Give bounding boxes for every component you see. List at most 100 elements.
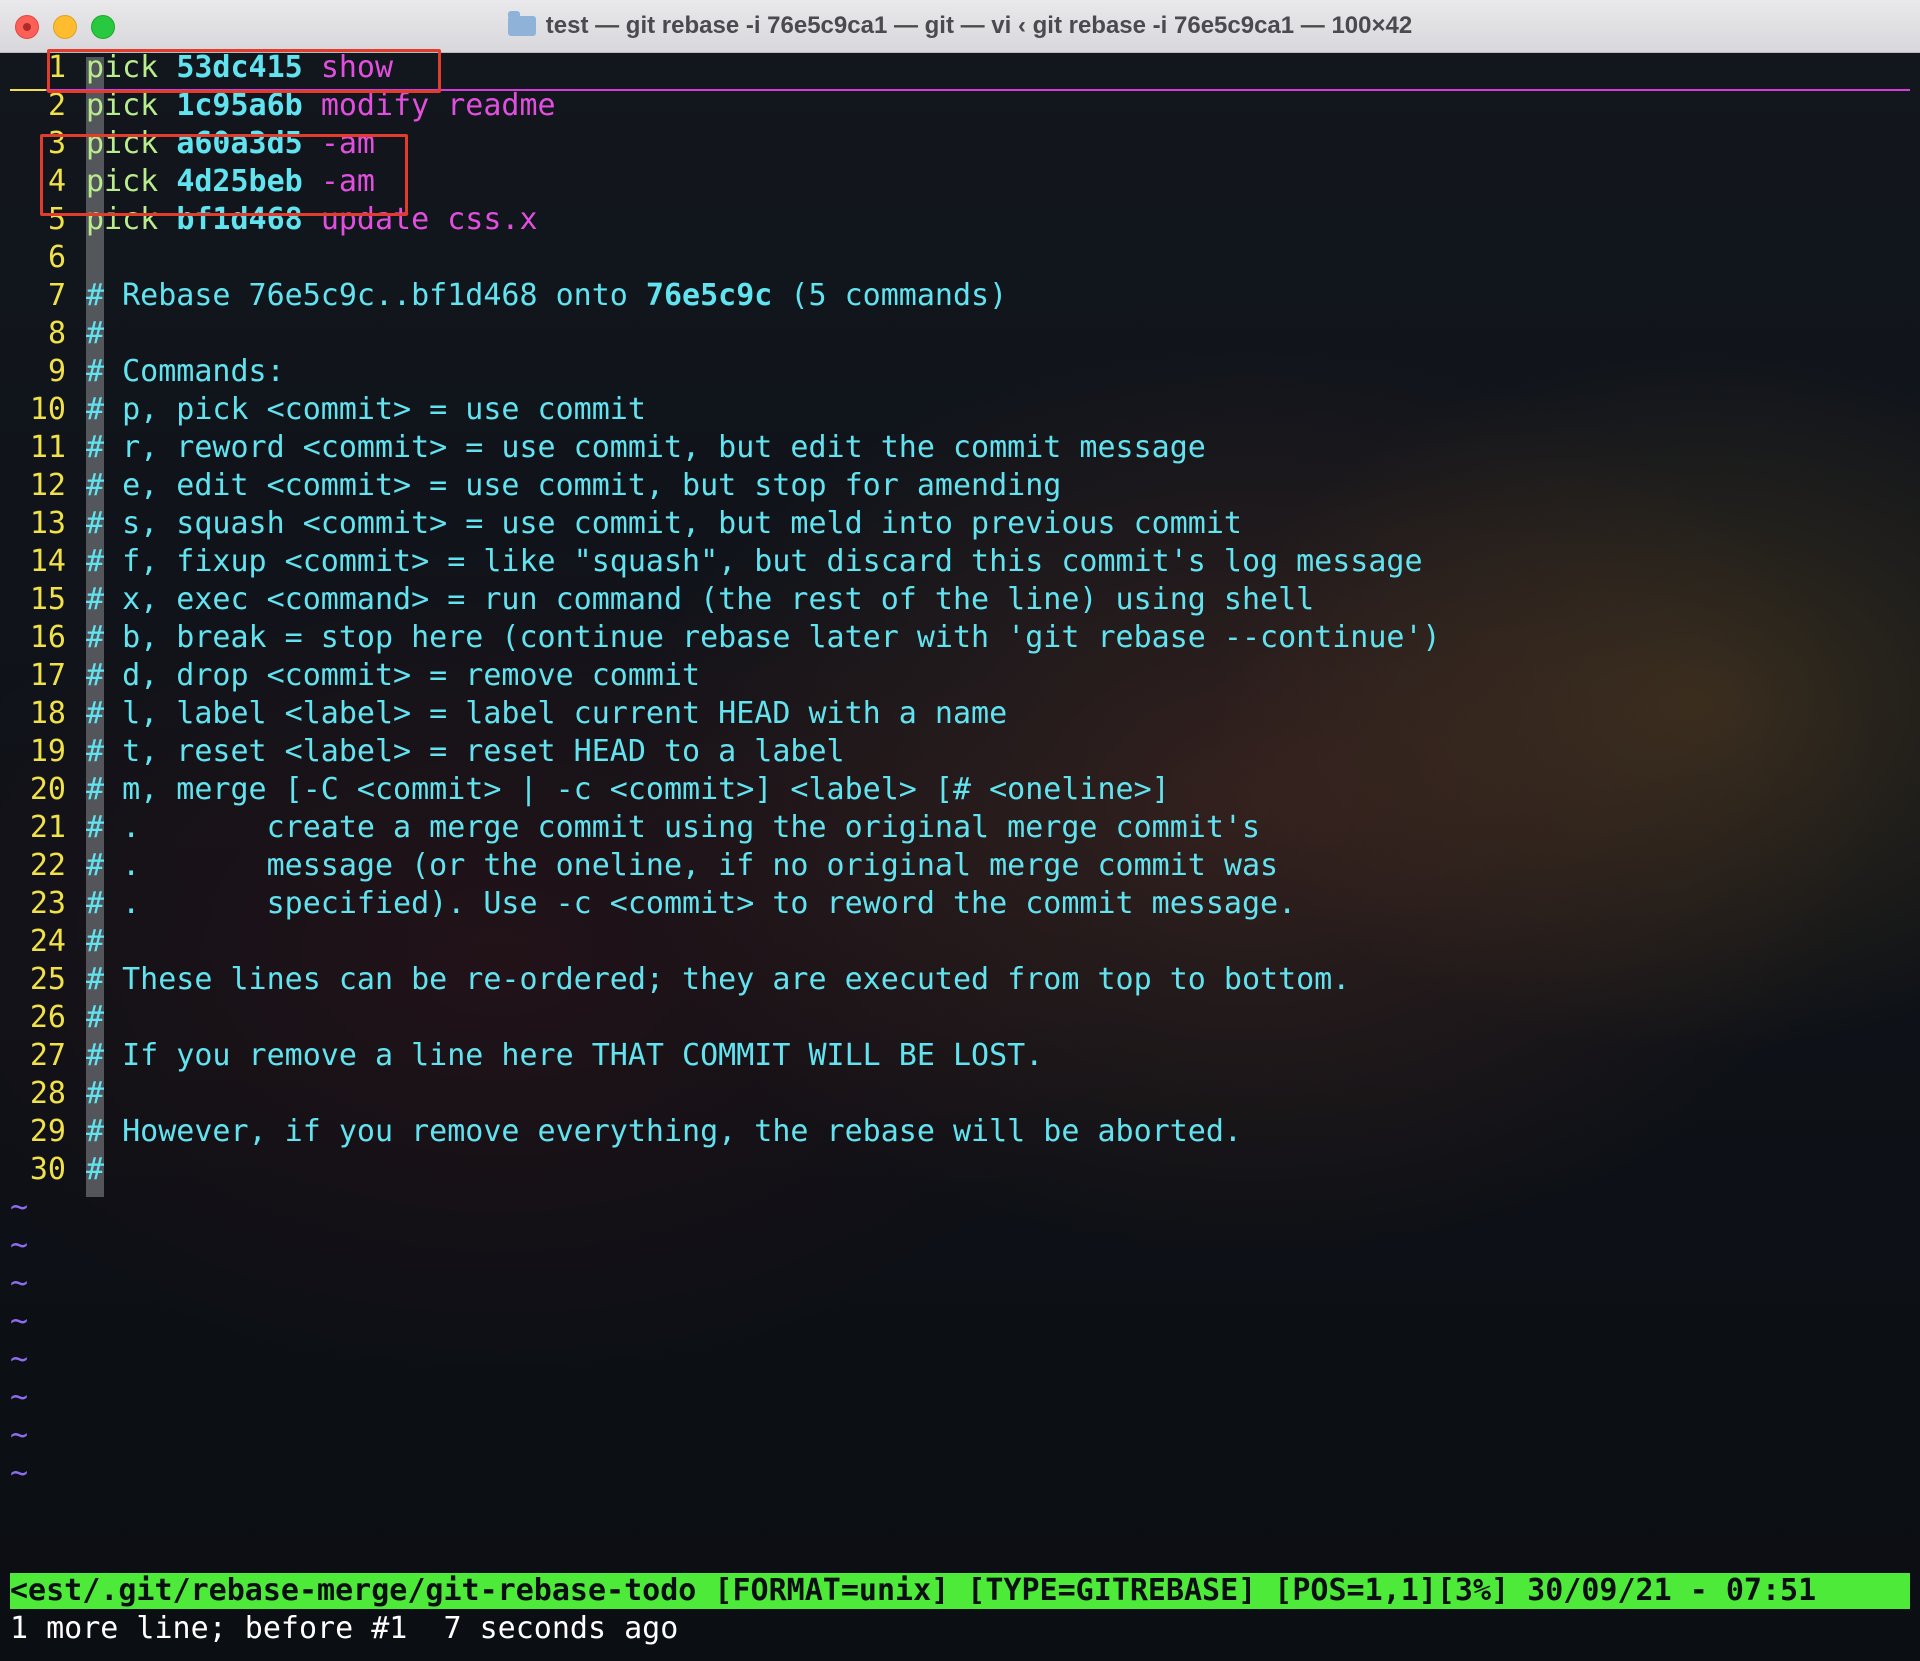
comment-char: # xyxy=(86,430,105,465)
comment-body: p, pick <commit> = use commit xyxy=(122,392,646,427)
editor-line[interactable]: 9 # Commands: xyxy=(0,353,1900,391)
tilde-marker: ~ xyxy=(10,1304,29,1339)
editor-line[interactable]: 27 # If you remove a line here THAT COMMI… xyxy=(0,1037,1900,1075)
comment-char: # xyxy=(86,772,105,807)
line-number: 12 xyxy=(29,468,66,503)
line-number: 6 xyxy=(47,240,66,275)
line-number: 23 xyxy=(29,886,66,921)
editor-line[interactable]: 7 # Rebase 76e5c9c..bf1d468 onto 76e5c9c … xyxy=(0,277,1900,315)
comment-body: f, fixup <commit> = like "squash", but d… xyxy=(122,544,1423,579)
terminal-content[interactable]: 1 pick 53dc415 show 2 pick 1c95a6b modify r… xyxy=(0,49,1920,1661)
editor-line[interactable]: 18 # l, label <label> = label current HEA… xyxy=(0,695,1900,733)
comment-char: # xyxy=(86,658,105,693)
comment-body: e, edit <commit> = use commit, but stop … xyxy=(122,468,1062,503)
window-title: test — git rebase -i 76e5c9ca1 — git — v… xyxy=(0,0,1920,52)
comment-char: # xyxy=(86,620,105,655)
comment-text: # r, reword <commit> = use commit, but e… xyxy=(86,429,1206,467)
target-sha: 76e5c9c xyxy=(645,278,773,313)
title-bar: test — git rebase -i 76e5c9ca1 — git — v… xyxy=(0,0,1920,53)
comment-body: . message (or the oneline, if no origina… xyxy=(122,848,1279,883)
line-number: 25 xyxy=(29,962,66,997)
line-number: 17 xyxy=(29,658,66,693)
comment-char: # xyxy=(86,848,105,883)
highlight-box-line-1 xyxy=(47,49,441,93)
comment-text: # l, label <label> = label current HEAD … xyxy=(86,695,1007,733)
comment-text: # xyxy=(86,999,104,1037)
editor-line[interactable]: 6 xyxy=(0,239,1900,277)
tilde-marker: ~ xyxy=(10,1418,29,1453)
comment-text: # Commands: xyxy=(86,353,285,391)
editor-line[interactable]: 14 # f, fixup <commit> = like "squash", b… xyxy=(0,543,1900,581)
comment-text: # . message (or the oneline, if no origi… xyxy=(86,847,1278,885)
editor-line[interactable]: 13 # s, squash <commit> = use commit, but… xyxy=(0,505,1900,543)
comment-char: # xyxy=(86,544,105,579)
editor-line[interactable]: 26 # xyxy=(0,999,1900,1037)
line-number: 15 xyxy=(29,582,66,617)
editor-line[interactable]: 20 # m, merge [-C <commit> | -c <commit>]… xyxy=(0,771,1900,809)
comment-char: # xyxy=(86,354,105,389)
editor-line[interactable]: 23 # . specified). Use -c <commit> to rew… xyxy=(0,885,1900,923)
comment-char: # xyxy=(86,1076,105,1111)
comment-char: # xyxy=(86,582,105,617)
comment-body: r, reword <commit> = use commit, but edi… xyxy=(122,430,1206,465)
comment-body: These lines can be re-ordered; they are … xyxy=(122,962,1351,997)
editor-line[interactable]: 25 # These lines can be re-ordered; they … xyxy=(0,961,1900,999)
line-number: 22 xyxy=(29,848,66,883)
editor-line[interactable]: 19 # t, reset <label> = reset HEAD to a l… xyxy=(0,733,1900,771)
line-number: 28 xyxy=(29,1076,66,1111)
comment-text: # m, merge [-C <commit> | -c <commit>] <… xyxy=(86,771,1170,809)
highlight-box-lines-3-4 xyxy=(40,134,408,216)
comment-char: # xyxy=(86,316,105,351)
comment-text: # e, edit <commit> = use commit, but sto… xyxy=(86,467,1061,505)
comment-text: # Rebase 76e5c9c..bf1d468 onto 76e5c9c (… xyxy=(86,277,1007,315)
vim-message-line: 1 more line; before #1 7 seconds ago xyxy=(10,1611,679,1646)
line-number: 21 xyxy=(29,810,66,845)
editor-line[interactable]: 22 # . message (or the oneline, if no ori… xyxy=(0,847,1900,885)
comment-text: # f, fixup <commit> = like "squash", but… xyxy=(86,543,1423,581)
line-number: 18 xyxy=(29,696,66,731)
editor-line[interactable]: 24 # xyxy=(0,923,1900,961)
comment-rest: (5 commands) xyxy=(772,278,1008,313)
comment-char: # xyxy=(86,278,105,313)
editor-line[interactable]: 17 # d, drop <commit> = remove commit xyxy=(0,657,1900,695)
comment-body: b, break = stop here (continue rebase la… xyxy=(122,620,1441,655)
editor-line[interactable]: 12 # e, edit <commit> = use commit, but s… xyxy=(0,467,1900,505)
comment-text: # If you remove a line here THAT COMMIT … xyxy=(86,1037,1043,1075)
line-number: 20 xyxy=(29,772,66,807)
line-number: 27 xyxy=(29,1038,66,1073)
comment-text: # These lines can be re-ordered; they ar… xyxy=(86,961,1350,999)
tilde-marker: ~ xyxy=(10,1342,29,1377)
commit-sha: 1c95a6b xyxy=(176,88,303,123)
editor-line[interactable]: 29 # However, if you remove everything, t… xyxy=(0,1113,1900,1151)
line-number: 29 xyxy=(29,1114,66,1149)
comment-body: x, exec <command> = run command (the res… xyxy=(122,582,1315,617)
line-number: 30 xyxy=(29,1152,66,1187)
editor-line[interactable]: 11 # r, reword <commit> = use commit, but… xyxy=(0,429,1900,467)
line-number: 8 xyxy=(47,316,66,351)
line-number: 9 xyxy=(47,354,66,389)
comment-text: # d, drop <commit> = remove commit xyxy=(86,657,700,695)
editor-line[interactable]: 28 # xyxy=(0,1075,1900,1113)
editor-line[interactable]: 30 # xyxy=(0,1151,1900,1189)
editor-line[interactable]: 10 # p, pick <commit> = use commit xyxy=(0,391,1900,429)
comment-body: However, if you remove everything, the r… xyxy=(122,1114,1242,1149)
comment-body: . create a merge commit using the origin… xyxy=(122,810,1261,845)
comment-text: # s, squash <commit> = use commit, but m… xyxy=(86,505,1242,543)
editor-line[interactable]: 16 # b, break = stop here (continue rebas… xyxy=(0,619,1900,657)
comment-body: l, label <label> = label current HEAD wi… xyxy=(122,696,1008,731)
vim-statusline: <est/.git/rebase-merge/git-rebase-todo [… xyxy=(10,1573,1910,1609)
tilde-marker: ~ xyxy=(10,1456,29,1491)
comment-char: # xyxy=(86,924,105,959)
tilde-marker: ~ xyxy=(10,1228,29,1263)
editor-line[interactable]: 15 # x, exec <command> = run command (the… xyxy=(0,581,1900,619)
editor-line[interactable]: 21 # . create a merge commit using the or… xyxy=(0,809,1900,847)
comment-char: # xyxy=(86,696,105,731)
line-number: 13 xyxy=(29,506,66,541)
terminal-window: test — git rebase -i 76e5c9ca1 — git — v… xyxy=(0,0,1920,1661)
line-number: 11 xyxy=(29,430,66,465)
comment-body: s, squash <commit> = use commit, but mel… xyxy=(122,506,1242,541)
tilde-marker: ~ xyxy=(10,1266,29,1301)
comment-text: # x, exec <command> = run command (the r… xyxy=(86,581,1314,619)
line-number: 19 xyxy=(29,734,66,769)
editor-line[interactable]: 8 # xyxy=(0,315,1900,353)
